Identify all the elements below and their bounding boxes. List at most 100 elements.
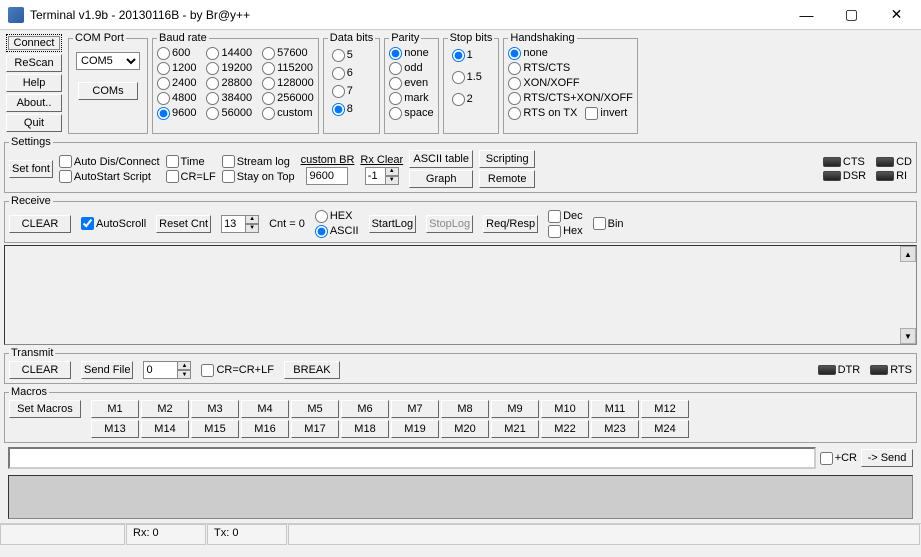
baud-option-custom[interactable]: custom	[262, 106, 314, 120]
macro-button-m20[interactable]: M20	[441, 420, 489, 438]
macro-button-m22[interactable]: M22	[541, 420, 589, 438]
scripting-button[interactable]: Scripting	[479, 150, 535, 168]
macro-button-m1[interactable]: M1	[91, 400, 139, 418]
parity-option-space[interactable]: space	[389, 106, 433, 120]
stop-log-button[interactable]: StopLog	[426, 215, 473, 233]
time-checkbox[interactable]: Time	[166, 155, 216, 168]
baud-option-4800[interactable]: 4800	[157, 91, 196, 105]
rx-clear-spinner[interactable]: ▲▼	[365, 167, 399, 185]
baud-option-256000[interactable]: 256000	[262, 91, 314, 105]
macro-button-m3[interactable]: M3	[191, 400, 239, 418]
parity-option-odd[interactable]: odd	[389, 61, 433, 75]
databits-option-8[interactable]: 8	[332, 102, 371, 116]
custom-br-input[interactable]	[306, 167, 348, 185]
parity-option-mark[interactable]: mark	[389, 91, 433, 105]
stopbits-option-1[interactable]: 1	[452, 48, 491, 62]
hex-checkbox[interactable]: Hex	[548, 224, 583, 238]
minimize-button[interactable]: —	[784, 1, 829, 29]
scroll-up-icon[interactable]: ▲	[900, 246, 916, 262]
connect-button[interactable]: Connect	[6, 34, 62, 52]
bin-checkbox[interactable]: Bin	[593, 217, 624, 230]
baud-option-19200[interactable]: 19200	[206, 61, 252, 75]
ascii-radio[interactable]: ASCII	[315, 224, 359, 238]
graph-button[interactable]: Graph	[409, 170, 473, 188]
rescan-button[interactable]: ReScan	[6, 54, 62, 72]
send-button[interactable]: -> Send	[861, 449, 913, 467]
start-log-button[interactable]: StartLog	[369, 215, 417, 233]
baud-option-600[interactable]: 600	[157, 46, 196, 60]
macro-button-m14[interactable]: M14	[141, 420, 189, 438]
baud-option-9600[interactable]: 9600	[157, 106, 196, 120]
baud-option-128000[interactable]: 128000	[262, 76, 314, 90]
handshaking-option-0[interactable]: none	[508, 46, 547, 60]
macro-button-m10[interactable]: M10	[541, 400, 589, 418]
dec-checkbox[interactable]: Dec	[548, 209, 583, 223]
macro-button-m17[interactable]: M17	[291, 420, 339, 438]
dtr-led[interactable]: DTR	[818, 364, 861, 376]
auto-dis-connect-checkbox[interactable]: Auto Dis/Connect	[59, 155, 160, 168]
com-port-select[interactable]: COM5	[76, 52, 140, 70]
send-file-button[interactable]: Send File	[81, 361, 133, 379]
stopbits-option-2[interactable]: 2	[452, 92, 491, 106]
macro-button-m11[interactable]: M11	[591, 400, 639, 418]
set-font-button[interactable]: Set font	[9, 160, 53, 178]
handshaking-option-1[interactable]: RTS/CTS	[508, 61, 570, 75]
invert-checkbox[interactable]: invert	[585, 106, 627, 120]
baud-option-115200[interactable]: 115200	[262, 61, 314, 75]
remote-button[interactable]: Remote	[479, 170, 535, 188]
baud-option-57600[interactable]: 57600	[262, 46, 314, 60]
macro-button-m9[interactable]: M9	[491, 400, 539, 418]
rts-led[interactable]: RTS	[870, 364, 912, 376]
stay-on-top-checkbox[interactable]: Stay on Top	[222, 170, 295, 183]
break-button[interactable]: BREAK	[284, 361, 340, 379]
transmit-text-area[interactable]	[8, 475, 913, 519]
about-button[interactable]: About..	[6, 94, 62, 112]
macro-button-m4[interactable]: M4	[241, 400, 289, 418]
macro-button-m23[interactable]: M23	[591, 420, 639, 438]
macro-button-m5[interactable]: M5	[291, 400, 339, 418]
set-macros-button[interactable]: Set Macros	[9, 400, 81, 418]
baud-option-2400[interactable]: 2400	[157, 76, 196, 90]
maximize-button[interactable]: ▢	[829, 1, 874, 29]
parity-option-none[interactable]: none	[389, 46, 433, 60]
macro-button-m13[interactable]: M13	[91, 420, 139, 438]
auto-start-script-checkbox[interactable]: AutoStart Script	[59, 170, 160, 183]
macro-button-m12[interactable]: M12	[641, 400, 689, 418]
cr-checkbox[interactable]: +CR	[820, 452, 857, 465]
macro-button-m8[interactable]: M8	[441, 400, 489, 418]
stream-log-checkbox[interactable]: Stream log	[222, 155, 295, 168]
parity-option-even[interactable]: even	[389, 76, 433, 90]
cnt-spinner[interactable]: ▲▼	[221, 215, 259, 233]
receive-scrollbar[interactable]: ▲ ▼	[900, 246, 916, 344]
send-input[interactable]	[8, 447, 816, 469]
macro-button-m15[interactable]: M15	[191, 420, 239, 438]
databits-option-6[interactable]: 6	[332, 66, 371, 80]
databits-option-5[interactable]: 5	[332, 48, 371, 62]
quit-button[interactable]: Quit	[6, 114, 62, 132]
baud-option-56000[interactable]: 56000	[206, 106, 252, 120]
macro-button-m18[interactable]: M18	[341, 420, 389, 438]
hex-radio[interactable]: HEX	[315, 209, 359, 223]
ascii-table-button[interactable]: ASCII table	[409, 150, 473, 168]
handshaking-option-2[interactable]: XON/XOFF	[508, 76, 579, 90]
databits-option-7[interactable]: 7	[332, 84, 371, 98]
receive-clear-button[interactable]: CLEAR	[9, 215, 71, 233]
macro-button-m16[interactable]: M16	[241, 420, 289, 438]
macro-button-m24[interactable]: M24	[641, 420, 689, 438]
reset-cnt-button[interactable]: Reset Cnt	[156, 215, 211, 233]
crlf-checkbox[interactable]: CR=LF	[166, 170, 216, 183]
macro-button-m6[interactable]: M6	[341, 400, 389, 418]
help-button[interactable]: Help	[6, 74, 62, 92]
handshaking-option-3[interactable]: RTS/CTS+XON/XOFF	[508, 91, 633, 105]
cr-crlf-checkbox[interactable]: CR=CR+LF	[201, 364, 273, 377]
transmit-num-spinner[interactable]: ▲▼	[143, 361, 191, 379]
macro-button-m19[interactable]: M19	[391, 420, 439, 438]
macro-button-m2[interactable]: M2	[141, 400, 189, 418]
coms-button[interactable]: COMs	[78, 82, 138, 100]
scroll-down-icon[interactable]: ▼	[900, 328, 916, 344]
baud-option-38400[interactable]: 38400	[206, 91, 252, 105]
transmit-clear-button[interactable]: CLEAR	[9, 361, 71, 379]
autoscroll-checkbox[interactable]: AutoScroll	[81, 217, 146, 230]
macro-button-m21[interactable]: M21	[491, 420, 539, 438]
baud-option-14400[interactable]: 14400	[206, 46, 252, 60]
